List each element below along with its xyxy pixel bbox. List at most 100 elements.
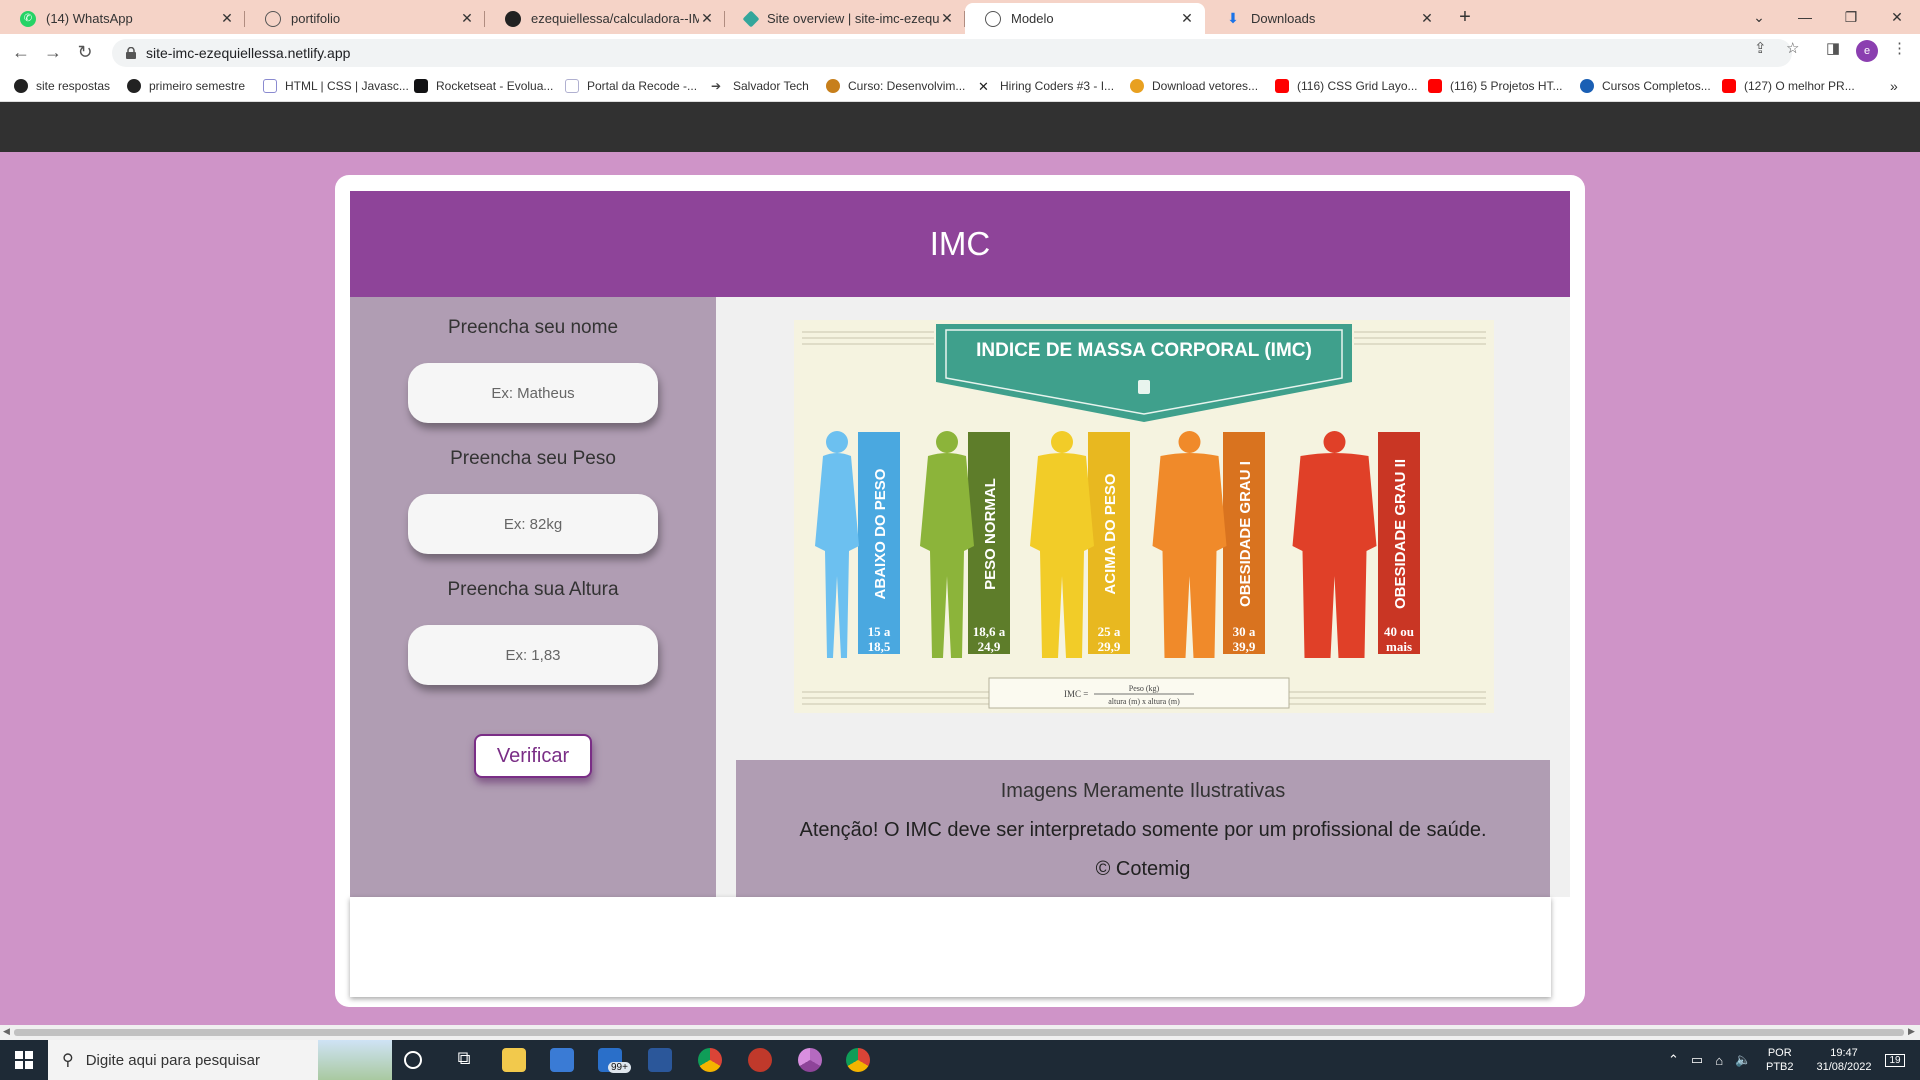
bookmark-item[interactable]: HTML | CSS | Javasc... [263,77,409,95]
bookmark-item[interactable]: (116) CSS Grid Layo... [1275,77,1418,95]
windows-start-icon[interactable] [0,1040,48,1080]
height-label: Preencha sua Altura [447,579,619,600]
bookmark-item[interactable]: Rocketseat - Evolua... [414,77,553,95]
bookmark-item[interactable]: Download vetores... [1130,77,1258,95]
language-indicator[interactable]: POR [1768,1046,1792,1060]
bookmarks-overflow-icon[interactable]: » [1890,77,1898,95]
tab-whatsapp[interactable]: ✆ (14) WhatsApp ✕ [0,3,245,34]
bmi-range-bottom: 24,9 [978,639,1001,654]
scroll-right-icon[interactable]: ▶ [1908,1026,1915,1037]
bookmark-item[interactable]: (127) O melhor PR... [1722,77,1855,95]
back-icon[interactable]: ← [8,40,34,64]
bookmarks-bar: site respostas primeiro semestre HTML | … [0,70,1920,102]
taskbar-search[interactable]: ⚲ Digite aqui para pesquisar [48,1040,392,1080]
network-icon[interactable]: ⌂ [1715,1053,1723,1068]
bmi-range-bottom: 39,9 [1233,639,1256,654]
bookmark-item[interactable]: (116) 5 Projetos HT... [1428,77,1563,95]
lock-icon [126,46,136,59]
course-icon [1580,79,1594,93]
tab-title: portifolio [291,11,341,26]
freepik-icon [1130,79,1144,93]
close-icon[interactable]: ✕ [219,10,235,27]
cortana-icon[interactable] [404,1051,422,1069]
form-panel: Preencha seu nome Preencha seu Peso Pree… [350,297,716,897]
formula-numerator: Peso (kg) [1129,684,1160,693]
copyright-text: © Cotemig [1095,858,1191,880]
reload-icon[interactable]: ↻ [72,40,98,64]
youtube-icon [1428,79,1442,93]
bookmark-label: Rocketseat - Evolua... [436,79,554,93]
close-icon[interactable]: ✕ [699,10,715,27]
search-placeholder: Digite aqui para pesquisar [85,1051,260,1069]
tab-portifolio[interactable]: portifolio ✕ [245,3,485,34]
result-box [350,897,1551,997]
meet-icon[interactable]: ▭ [1691,1052,1703,1068]
clock-time[interactable]: 19:47 [1830,1046,1858,1060]
bookmark-item[interactable]: ➔ Salvador Tech [711,77,809,95]
clock-date[interactable]: 31/08/2022 [1816,1060,1871,1074]
bookmark-item[interactable]: Cursos Completos... [1580,77,1711,95]
bookmark-item[interactable]: site respostas [14,77,110,95]
scrollbar-thumb[interactable] [14,1029,1904,1036]
bookmark-item[interactable]: primeiro semestre [127,77,245,95]
tray-chevron-icon[interactable]: ⌃ [1668,1052,1679,1068]
bookmark-label: HTML | CSS | Javasc... [285,79,409,93]
close-window-icon[interactable]: ✕ [1874,0,1920,34]
mail-badge: 99+ [608,1062,631,1073]
page-title: IMC [350,191,1570,297]
side-panel-icon[interactable]: ◨ [1826,39,1840,57]
name-input[interactable] [408,363,658,423]
tab-github[interactable]: ezequiellessa/calculadora--IMC- ✕ [485,3,725,34]
bookmark-label: (127) O melhor PR... [1744,79,1855,93]
star-icon[interactable]: ☆ [1786,39,1799,57]
close-icon[interactable]: ✕ [459,10,475,27]
imc-infographic: INDICE DE MASSA CORPORAL (IMC) ABAIXO DO… [794,320,1494,713]
forward-icon[interactable]: → [40,40,66,64]
new-tab-button[interactable]: + [1442,0,1488,34]
close-icon[interactable]: ✕ [939,10,955,27]
notifications-icon[interactable]: 19 [1885,1053,1905,1067]
youtube-icon [1275,79,1289,93]
tab-strip: ✆ (14) WhatsApp ✕ portifolio ✕ ezequiell… [0,0,1920,34]
tab-netlify[interactable]: Site overview | site-imc-ezequiell ✕ [725,3,965,34]
globe-icon [985,10,1001,27]
word-icon[interactable] [648,1048,672,1072]
bmi-category-label: PESO NORMAL [982,478,999,590]
bookmark-label: site respostas [36,79,111,93]
chrome-icon[interactable] [846,1048,870,1072]
share-icon[interactable]: ⇪ [1754,39,1767,57]
task-view-icon[interactable]: ⧉ [452,1048,476,1072]
profile-avatar[interactable]: e [1856,40,1878,62]
tab-downloads[interactable]: ⬇ Downloads ✕ [1205,3,1445,34]
github-icon [14,79,28,93]
bookmark-item[interactable]: ✕ Hiring Coders #3 - I... [978,77,1114,95]
close-icon[interactable]: ✕ [1419,10,1435,27]
height-input[interactable] [408,625,658,685]
chrome-icon[interactable] [698,1048,722,1072]
name-label: Preencha seu nome [447,317,619,338]
keyboard-layout[interactable]: PTB2 [1766,1060,1794,1074]
bookmark-item[interactable]: Portal da Recode -... [565,77,697,95]
tab-search-icon[interactable]: ⌄ [1736,0,1782,34]
rocketseat-icon [414,79,428,93]
tab-modelo[interactable]: Modelo ✕ [965,3,1205,34]
weight-input[interactable] [408,494,658,554]
restore-icon[interactable]: ❐ [1828,0,1874,34]
app-icon[interactable] [748,1048,772,1072]
file-explorer-icon[interactable] [502,1048,526,1072]
info-panel: Imagens Meramente Ilustrativas Atenção! … [736,760,1550,897]
tab-title: Downloads [1251,11,1316,26]
address-bar[interactable]: site-imc-ezequiellessa.netlify.app [112,39,1792,67]
verify-button[interactable]: Verificar [474,734,592,778]
volume-icon[interactable]: 🔈 [1735,1052,1751,1068]
menu-icon[interactable]: ⋮ [1892,39,1907,57]
store-icon[interactable] [550,1048,574,1072]
minimize-icon[interactable]: — [1782,0,1828,34]
horizontal-scrollbar[interactable]: ◀ ▶ [0,1025,1920,1040]
chrome-profile-icon[interactable] [798,1048,822,1072]
bookmark-label: Portal da Recode -... [587,79,698,93]
close-icon[interactable]: ✕ [1179,10,1195,27]
scroll-left-icon[interactable]: ◀ [3,1026,10,1037]
bookmark-label: Curso: Desenvolvim... [848,79,966,93]
bookmark-item[interactable]: Curso: Desenvolvim... [826,77,965,95]
